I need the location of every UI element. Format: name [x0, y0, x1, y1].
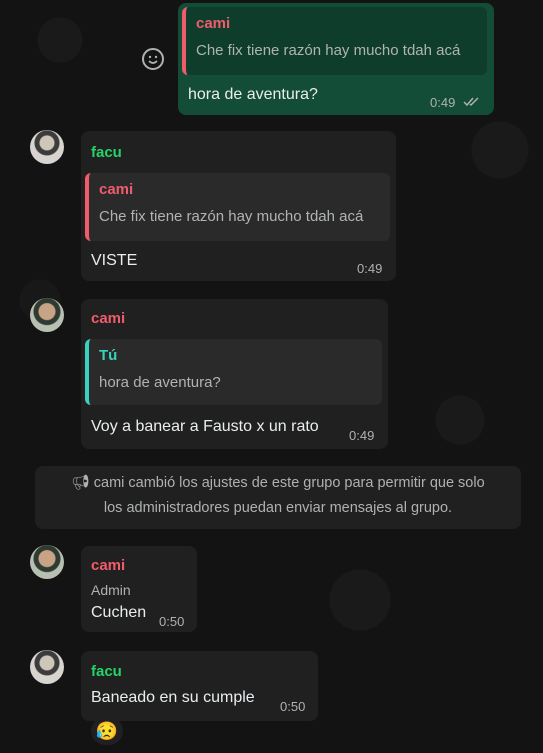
- outgoing-message-bubble[interactable]: cami Che fix tiene razón hay mucho tdah …: [178, 3, 494, 115]
- system-message-line: los administradores puedan enviar mensaj…: [103, 500, 453, 516]
- message-text: VISTE: [91, 252, 138, 269]
- message-sender[interactable]: cami: [91, 310, 125, 327]
- quoted-sender: cami: [196, 15, 231, 32]
- quoted-text: Che fix tiene razón hay mucho tdah acá: [196, 42, 461, 59]
- system-message-line: 📢︎ cami cambió los ajustes de este grupo…: [71, 475, 485, 491]
- read-check-icon: [463, 97, 479, 107]
- avatar[interactable]: [30, 650, 64, 684]
- quoted-sender: cami: [99, 181, 134, 198]
- incoming-message-bubble[interactable]: cami Admin Cuchen 0:50: [81, 546, 197, 632]
- message-time: 0:49: [430, 95, 456, 110]
- admin-label: Admin: [91, 582, 131, 598]
- quoted-message[interactable]: cami Che fix tiene razón hay mucho tdah …: [85, 173, 390, 241]
- quoted-sender: Tú: [99, 347, 118, 364]
- system-message: 📢︎ cami cambió los ajustes de este grupo…: [35, 466, 521, 529]
- message-reaction[interactable]: 😥: [91, 717, 123, 745]
- avatar[interactable]: [30, 298, 64, 332]
- message-sender[interactable]: facu: [91, 144, 122, 161]
- message-sender[interactable]: cami: [91, 557, 125, 574]
- quoted-text: Che fix tiene razón hay mucho tdah acá: [99, 208, 364, 225]
- message-text: Baneado en su cumple: [91, 689, 255, 706]
- megaphone-icon: 📢︎: [71, 475, 94, 491]
- message-text: Voy a banear a Fausto x un rato: [91, 418, 319, 435]
- avatar[interactable]: [30, 545, 64, 579]
- quoted-message[interactable]: cami Che fix tiene razón hay mucho tdah …: [182, 7, 487, 75]
- incoming-message-bubble[interactable]: facu Baneado en su cumple 0:50: [81, 651, 318, 721]
- incoming-message-bubble[interactable]: facu cami Che fix tiene razón hay mucho …: [81, 131, 396, 281]
- message-sender[interactable]: facu: [91, 663, 122, 680]
- incoming-message-bubble[interactable]: cami Tú hora de aventura? Voy a banear a…: [81, 299, 388, 449]
- message-time: 0:50: [280, 699, 306, 714]
- message-time: 0:49: [349, 428, 375, 443]
- message-time: 0:50: [159, 614, 185, 629]
- message-text: hora de aventura?: [188, 86, 318, 103]
- react-emoji-icon[interactable]: [142, 48, 164, 70]
- message-text: Cuchen: [91, 604, 147, 621]
- avatar[interactable]: [30, 130, 64, 164]
- quoted-text: hora de aventura?: [99, 374, 221, 391]
- quoted-message[interactable]: Tú hora de aventura?: [85, 339, 382, 405]
- message-time: 0:49: [357, 261, 383, 276]
